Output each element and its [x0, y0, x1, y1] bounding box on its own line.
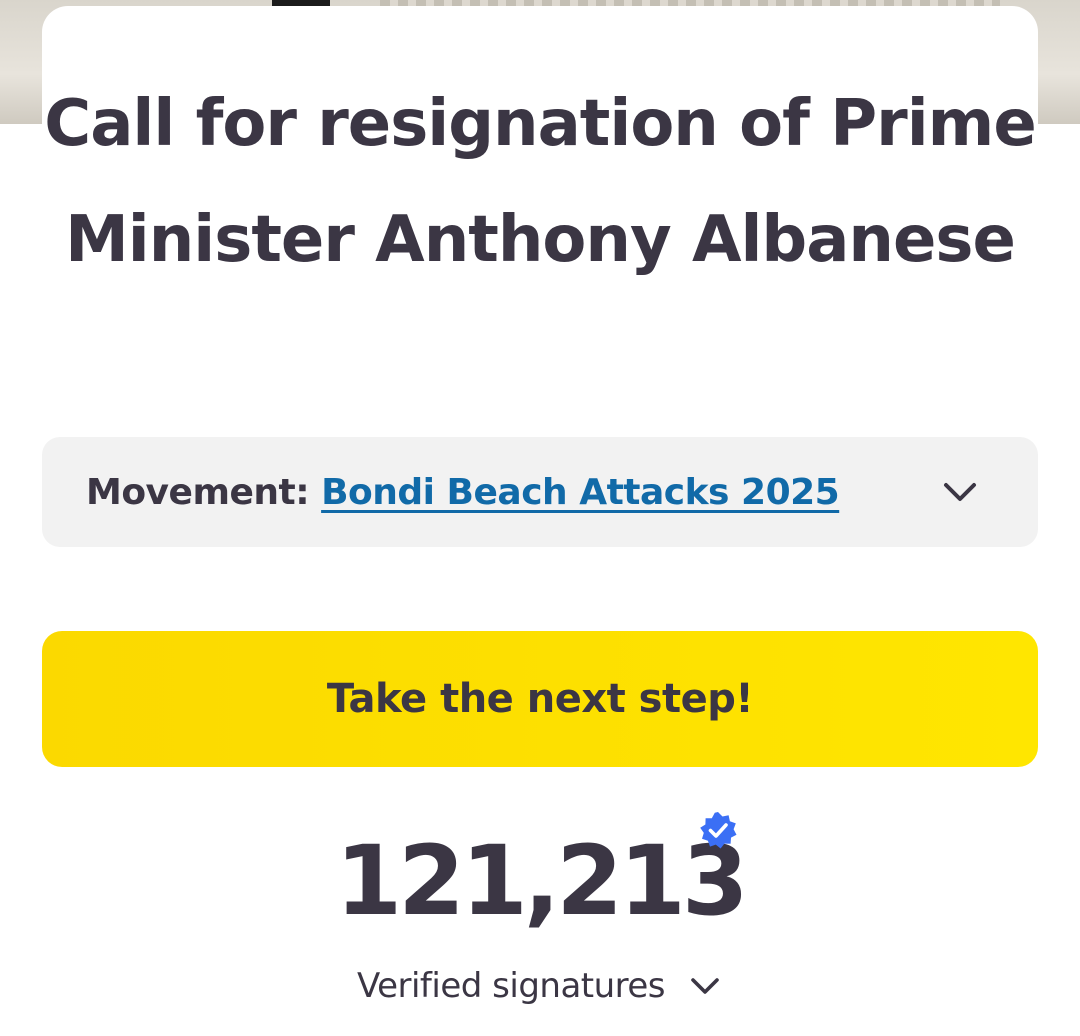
chevron-down-icon[interactable]: [687, 968, 723, 1004]
chevron-down-icon[interactable]: [940, 472, 980, 512]
take-next-step-button[interactable]: Take the next step!: [42, 631, 1038, 767]
movement-dropdown[interactable]: Movement: Bondi Beach Attacks 2025: [42, 437, 1038, 547]
verified-signatures-toggle[interactable]: Verified signatures: [42, 966, 1038, 1006]
movement-link[interactable]: Bondi Beach Attacks 2025: [321, 472, 840, 513]
movement-label: Movement:: [86, 471, 310, 513]
petition-card: Call for resignation of Prime Minister A…: [42, 6, 1038, 1036]
petition-title: Call for resignation of Prime Minister A…: [44, 87, 1036, 277]
verified-badge-icon: [700, 812, 737, 849]
verified-signatures-label: Verified signatures: [356, 966, 666, 1006]
signature-count: 121,213: [335, 825, 748, 937]
